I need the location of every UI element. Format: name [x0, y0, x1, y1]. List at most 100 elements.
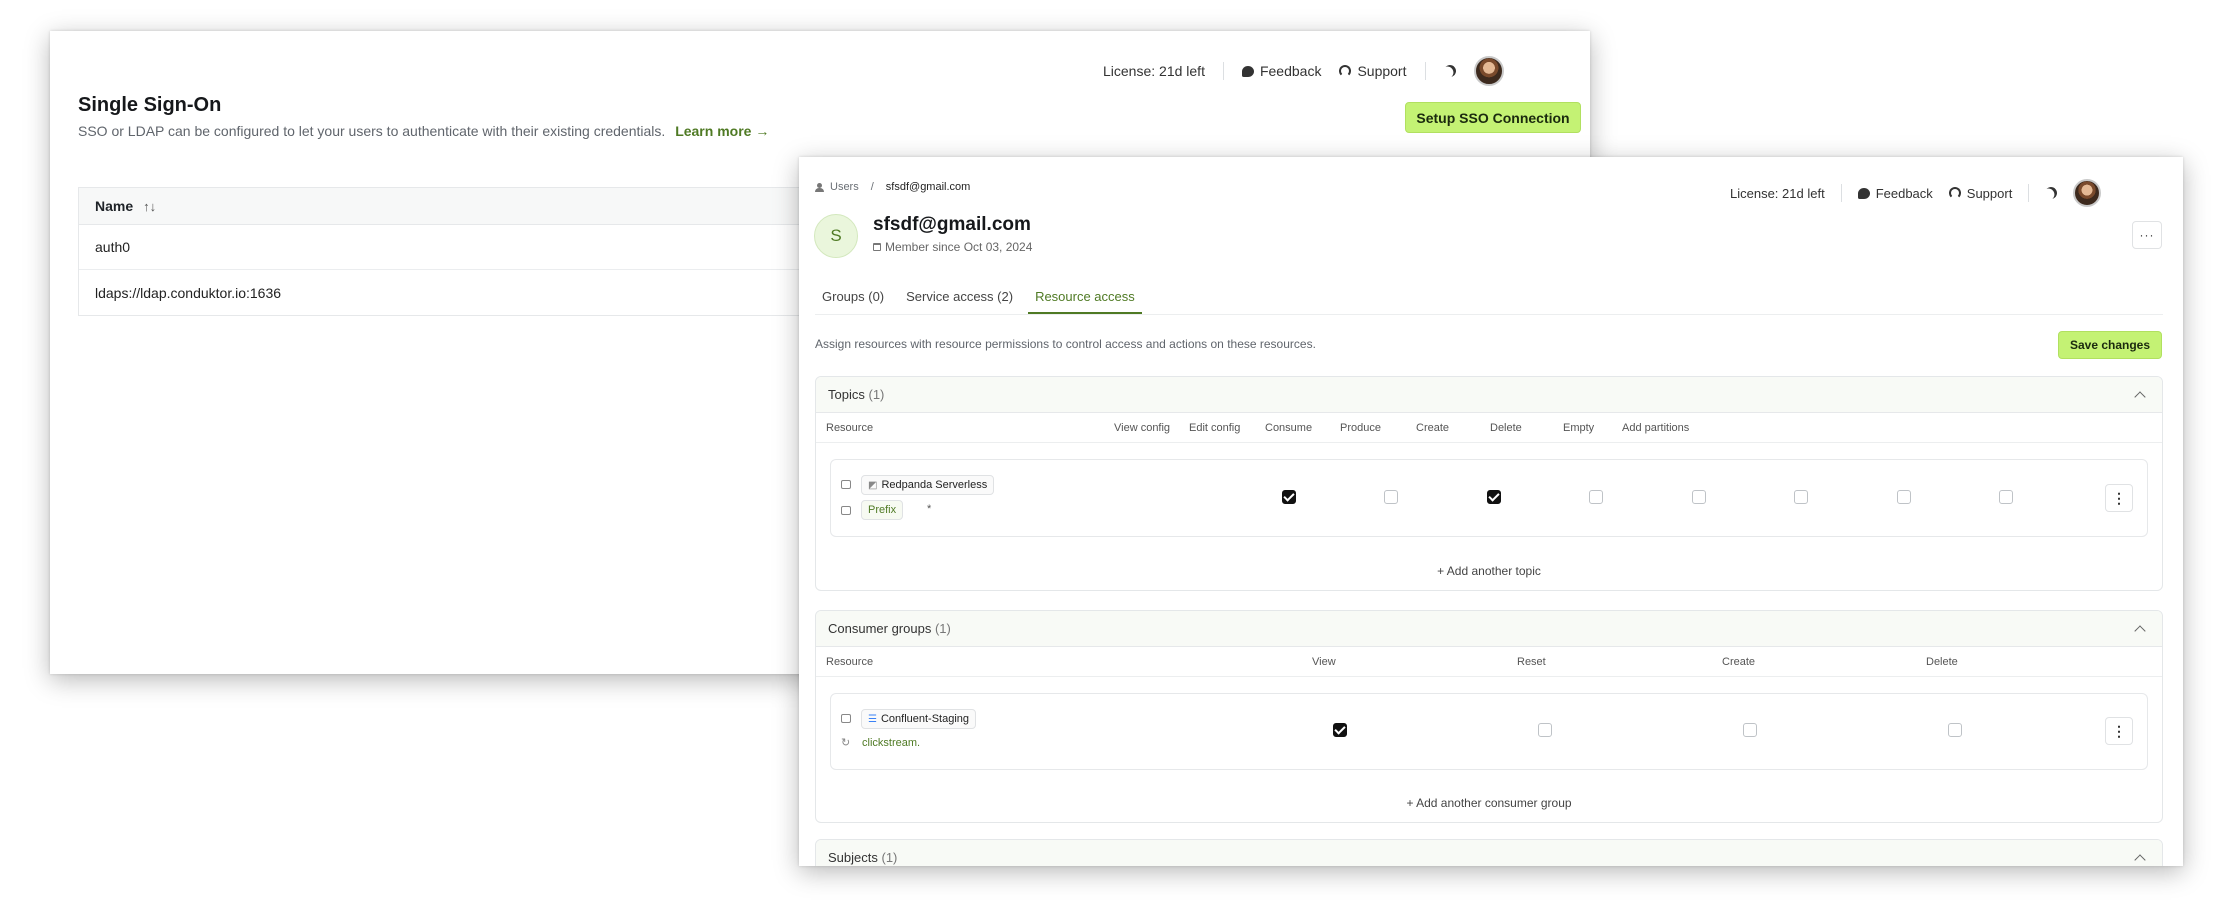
consumer-groups-column-header: Resource View Reset Create Delete — [816, 647, 2162, 677]
subjects-count: (1) — [881, 850, 898, 865]
row-actions-button[interactable]: ⋮ — [2105, 484, 2133, 512]
add-consumer-group-link[interactable]: + Add another consumer group — [816, 796, 2162, 810]
view-config-checkbox[interactable] — [1282, 490, 1296, 504]
dark-mode-toggle-icon[interactable] — [1441, 63, 1457, 79]
section-title: Topics (1) — [828, 387, 884, 402]
redpanda-icon: ◩ — [868, 479, 878, 491]
column-reset: Reset — [1517, 656, 1546, 668]
resource-access-description: Assign resources with resource permissio… — [815, 337, 1316, 351]
delete-checkbox[interactable] — [1794, 490, 1808, 504]
tab-resource-access[interactable]: Resource access — [1028, 284, 1142, 314]
chevron-up-icon[interactable] — [2134, 624, 2146, 637]
create-checkbox[interactable] — [1692, 490, 1706, 504]
user-email: sfsdf@gmail.com — [873, 214, 1031, 235]
feedback-link[interactable]: Feedback — [1241, 63, 1321, 79]
feedback-icon — [1241, 65, 1254, 77]
subjects-section: Subjects (1) — [815, 839, 2163, 866]
topic-pattern: * — [927, 503, 932, 515]
breadcrumb: Users / sfsdf@gmail.com — [815, 181, 970, 193]
page-title: Single Sign-On — [78, 94, 222, 116]
member-since: Member since Oct 03, 2024 — [873, 240, 1032, 254]
divider — [1424, 62, 1426, 80]
user-window: Users / sfsdf@gmail.com License: 21d lef… — [799, 157, 2183, 866]
pattern-type-chip[interactable]: Prefix — [861, 500, 904, 520]
cluster-icon — [841, 480, 851, 489]
name-header: Name — [95, 198, 134, 214]
column-view: View — [1312, 656, 1336, 668]
column-view-config: View config — [1114, 422, 1171, 434]
sort-icon[interactable]: ↑↓ — [143, 199, 156, 214]
support-link[interactable]: Support — [1339, 63, 1407, 79]
more-options-button[interactable]: ··· — [2132, 221, 2162, 249]
section-title: Subjects (1) — [828, 850, 897, 865]
column-consume: Consume — [1265, 422, 1313, 434]
add-topic-link[interactable]: + Add another topic — [816, 564, 2162, 578]
subjects-section-header[interactable]: Subjects (1) — [816, 840, 2162, 866]
support-label: Support — [1357, 63, 1407, 79]
column-delete: Delete — [1490, 422, 1522, 434]
dark-mode-toggle-icon[interactable] — [2043, 185, 2059, 201]
avatar[interactable] — [2073, 179, 2102, 207]
cluster-chip[interactable]: ☰ Confluent-Staging — [861, 709, 977, 729]
row-actions-button[interactable]: ⋮ — [2105, 717, 2133, 745]
empty-checkbox[interactable] — [1897, 490, 1911, 504]
page-description: SSO or LDAP can be configured to let you… — [78, 123, 769, 139]
save-changes-button[interactable]: Save changes — [2058, 331, 2162, 359]
add-partitions-checkbox[interactable] — [1999, 490, 2013, 504]
column-delete: Delete — [1926, 656, 1958, 668]
column-empty: Empty — [1563, 422, 1595, 434]
confluent-icon: ☰ — [868, 713, 877, 725]
topics-count: (1) — [868, 387, 885, 402]
column-produce: Produce — [1340, 422, 1381, 434]
subjects-title: Subjects — [828, 850, 878, 865]
feedback-icon — [1857, 187, 1870, 199]
support-link[interactable]: Support — [1948, 186, 2012, 201]
avatar[interactable] — [1473, 56, 1504, 86]
consumer-groups-section-header[interactable]: Consumer groups (1) — [816, 611, 2162, 647]
view-checkbox[interactable] — [1333, 723, 1347, 737]
consumer-groups-title: Consumer groups — [828, 621, 932, 636]
cluster-icon — [841, 714, 851, 723]
breadcrumb-users[interactable]: Users — [830, 181, 859, 193]
consumer-group-pattern: clickstream. — [862, 737, 921, 749]
chevron-up-icon[interactable] — [2134, 390, 2146, 403]
consumer-groups-count: (1) — [934, 621, 951, 636]
divider — [1840, 184, 1842, 202]
tab-bar: Groups (0) Service access (2) Resource a… — [815, 284, 1150, 314]
license-status: License: 21d left — [1730, 185, 1825, 201]
top-bar: License: 21d left Feedback Support — [1730, 179, 2102, 207]
cluster-chip[interactable]: ◩ Redpanda Serverless — [861, 475, 995, 495]
edit-config-checkbox[interactable] — [1384, 490, 1398, 504]
user-avatar: S — [814, 214, 858, 258]
setup-sso-button[interactable]: Setup SSO Connection — [1405, 102, 1581, 133]
tab-groups[interactable]: Groups (0) — [815, 284, 891, 314]
cluster-name: Redpanda Serverless — [881, 479, 988, 491]
consumer-group-permission-row: ☰ Confluent-Staging ↻ clickstream. ⋮ — [830, 693, 2148, 770]
consumer-group-icon: ↻ — [841, 737, 851, 749]
topics-section-header[interactable]: Topics (1) — [816, 377, 2162, 413]
learn-more-link[interactable]: Learn more → — [675, 123, 769, 139]
column-edit-config: Edit config — [1189, 422, 1241, 434]
consume-checkbox[interactable] — [1487, 490, 1501, 504]
user-icon — [815, 182, 824, 192]
feedback-label: Feedback — [1875, 185, 1933, 201]
create-checkbox[interactable] — [1743, 723, 1757, 737]
produce-checkbox[interactable] — [1589, 490, 1603, 504]
section-title: Consumer groups (1) — [828, 621, 951, 636]
cluster-name: Confluent-Staging — [880, 713, 970, 725]
topic-permission-row: ◩ Redpanda Serverless Prefix * ⋮ — [830, 459, 2148, 537]
topics-title: Topics — [828, 387, 865, 402]
divider — [2028, 184, 2030, 202]
headset-icon — [1339, 65, 1352, 77]
divider — [815, 314, 2163, 315]
top-bar: License: 21d left Feedback Support — [1103, 56, 1504, 86]
description-text: SSO or LDAP can be configured to let you… — [78, 123, 666, 139]
feedback-link[interactable]: Feedback — [1857, 185, 1933, 201]
chevron-up-icon[interactable] — [2134, 853, 2146, 866]
tab-service-access[interactable]: Service access (2) — [899, 284, 1020, 314]
delete-checkbox[interactable] — [1948, 723, 1962, 737]
breadcrumb-separator: / — [870, 181, 874, 193]
divider — [1222, 62, 1224, 80]
column-create: Create — [1416, 422, 1450, 434]
reset-checkbox[interactable] — [1538, 723, 1552, 737]
